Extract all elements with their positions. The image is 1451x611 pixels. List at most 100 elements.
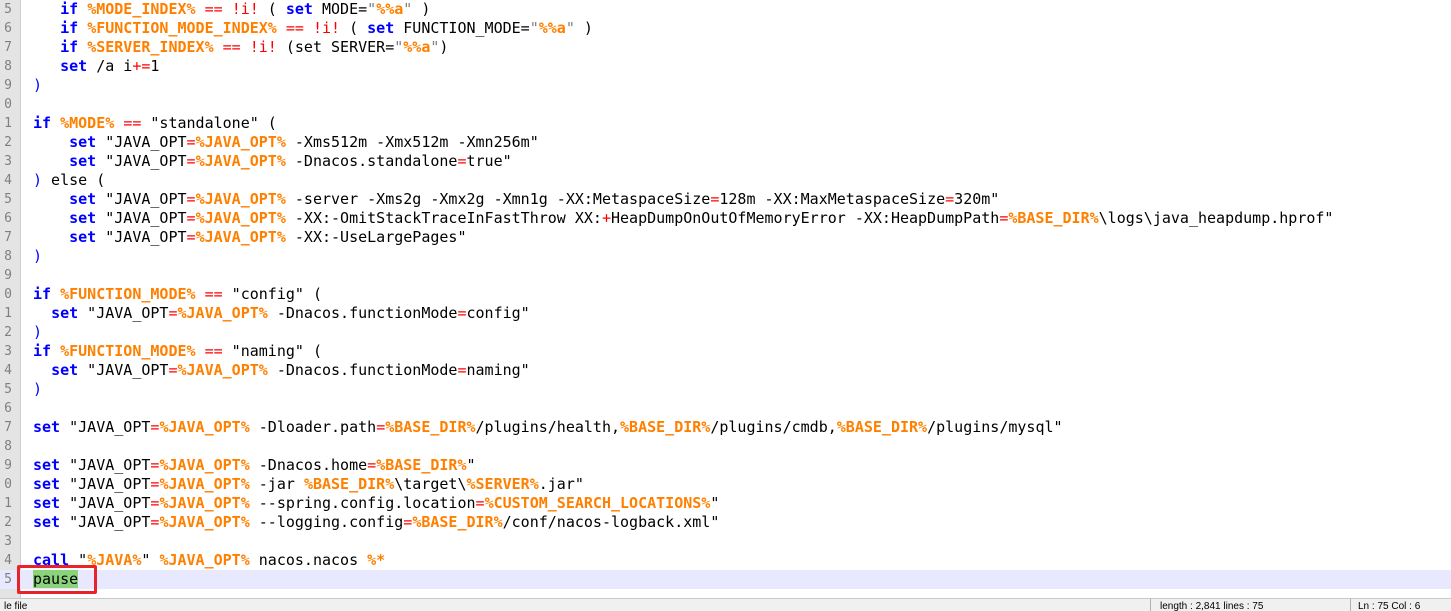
code-line[interactable]: 6 if %FUNCTION_MODE_INDEX% == !i! ( set … <box>0 19 1451 38</box>
line-number: 8 <box>4 249 12 264</box>
code-line[interactable]: 0 <box>0 95 1451 114</box>
code-line[interactable]: 1 set "JAVA_OPT=%JAVA_OPT% -Dnacos.funct… <box>0 304 1451 323</box>
line-text: set "JAVA_OPT=%JAVA_OPT% -Dnacos.functio… <box>33 361 530 380</box>
operator-token: = <box>186 209 196 227</box>
variable-token: %JAVA_OPT% <box>159 551 250 569</box>
code-line[interactable]: 7 set "JAVA_OPT=%JAVA_OPT% -XX:-UseLarge… <box>0 228 1451 247</box>
text-token: 128m -XX:MaxMetaspaceSize <box>719 190 946 208</box>
text-token: -XX:-OmitStackTraceInFastThrow XX: <box>285 209 602 227</box>
operator-token: = <box>475 494 485 512</box>
line-number: 6 <box>4 211 12 226</box>
code-line[interactable]: 5 if %MODE_INDEX% == !i! ( set MODE="%%a… <box>0 0 1451 19</box>
keyword-token: if <box>60 19 79 37</box>
variable-token: %JAVA_OPT% <box>159 494 250 512</box>
operator-token: = <box>186 228 196 246</box>
code-line[interactable]: 2 set "JAVA_OPT = %JAVA_OPT% --logging.conf… <box>0 513 1451 532</box>
line-number: 1 <box>4 306 12 321</box>
text-token: "JAVA_OPT <box>60 475 151 493</box>
code-line[interactable]: 8 <box>0 437 1451 456</box>
text-token: " <box>710 494 720 512</box>
operator-token: == <box>204 0 223 18</box>
code-line[interactable]: 5) <box>0 380 1451 399</box>
keyword-token: set <box>60 57 88 75</box>
code-line[interactable]: 6 set "JAVA_OPT=%JAVA_OPT% -XX:-OmitStac… <box>0 209 1451 228</box>
code-line[interactable]: 9) <box>0 76 1451 95</box>
brace-token: ) <box>33 380 43 398</box>
line-number: 3 <box>4 534 12 549</box>
keyword-token: set <box>33 494 61 512</box>
keyword-token: if <box>60 38 79 56</box>
operator-token: == <box>285 19 304 37</box>
line-number: 5 <box>4 382 12 397</box>
code-line[interactable]: 4) else ( <box>0 171 1451 190</box>
text-token: 320m" <box>954 190 1000 208</box>
code-line[interactable]: 7 set "JAVA_OPT=%JAVA_OPT% -Dloader.path=… <box>0 418 1451 437</box>
variable-token: %FUNCTION_MODE_INDEX% <box>87 19 277 37</box>
line-number: 1 <box>4 496 12 511</box>
code-line[interactable]: 3 set "JAVA_OPT=%JAVA_OPT% -Dnacos.stand… <box>0 152 1451 171</box>
string-token: " <box>394 38 404 56</box>
code-line[interactable]: 8 set /a i+=1 <box>0 57 1451 76</box>
variable-token: %CUSTOM_SEARCH_LOCATIONS% <box>484 494 711 512</box>
line-number: 0 <box>4 287 12 302</box>
code-line[interactable]: 1 set "JAVA_OPT = %JAVA_OPT% --spring.confi… <box>0 494 1451 513</box>
operator-token: = <box>186 190 196 208</box>
code-lines[interactable]: 5 if %MODE_INDEX% == !i! ( set MODE="%%a… <box>0 0 1451 589</box>
code-line[interactable]: 9 <box>0 266 1451 285</box>
keyword-token: set <box>69 228 97 246</box>
line-text: set "JAVA_OPT=%JAVA_OPT% -Dnacos.home=%B… <box>33 456 476 475</box>
variable-token: %BASE_DIR% <box>385 418 476 436</box>
text-token: ) <box>574 19 593 37</box>
code-line[interactable]: 3 if %FUNCTION_MODE% == "naming" ( <box>0 342 1451 361</box>
line-text: if %FUNCTION_MODE% == "naming" ( <box>33 342 322 361</box>
variable-token: %JAVA_OPT% <box>177 361 268 379</box>
variable-token: %JAVA_OPT% <box>177 304 268 322</box>
line-number: 2 <box>4 325 12 340</box>
text-token: "JAVA_OPT <box>96 152 187 170</box>
text-token: -XX:-UseLargePages" <box>285 228 467 246</box>
code-line[interactable]: 2) <box>0 323 1451 342</box>
code-editor[interactable]: 5 if %MODE_INDEX% == !i! ( set MODE="%%a… <box>0 0 1451 598</box>
keyword-token: set <box>69 209 97 227</box>
variable-token: %JAVA_OPT% <box>195 228 286 246</box>
operator-token: = <box>945 190 955 208</box>
brace-token: ) <box>33 323 43 341</box>
text-token: 1 <box>150 57 160 75</box>
operator-token: == <box>204 342 223 360</box>
code-line[interactable]: 4 call "%JAVA%" %JAVA_OPT% nacos.nacos %* <box>0 551 1451 570</box>
status-separator <box>1350 599 1351 611</box>
code-line[interactable]: 9 set "JAVA_OPT=%JAVA_OPT% -Dnacos.home=%… <box>0 456 1451 475</box>
code-line[interactable]: 1 if %MODE% == "standalone" ( <box>0 114 1451 133</box>
code-line[interactable]: 6 <box>0 399 1451 418</box>
text-token: ) <box>439 38 449 56</box>
line-number: 5 <box>4 192 12 207</box>
operator-token: = <box>999 209 1009 227</box>
keyword-token: set <box>51 361 79 379</box>
line-text: set "JAVA_OPT=%JAVA_OPT% -XX:-UseLargePa… <box>33 228 467 247</box>
operator-token: = <box>457 152 467 170</box>
string-token: " <box>403 0 413 18</box>
operator-token: !i! <box>312 19 341 37</box>
variable-token: %BASE_DIR% <box>620 418 711 436</box>
text-token: -Dloader.path <box>249 418 377 436</box>
text-token: -Dnacos.standalone <box>285 152 458 170</box>
line-number: 0 <box>4 97 12 112</box>
text-token: /plugins/cmdb, <box>710 418 837 436</box>
line-text: set "JAVA_OPT=%JAVA_OPT% -server -Xms2g … <box>33 190 999 209</box>
code-line[interactable]: 2 set "JAVA_OPT=%JAVA_OPT% -Xms512m -Xmx… <box>0 133 1451 152</box>
keyword-token: set <box>285 0 313 18</box>
line-number: 8 <box>4 439 12 454</box>
code-line[interactable]: 3 <box>0 532 1451 551</box>
code-line[interactable]: 7 if %SERVER_INDEX% == !i! (set SERVER="… <box>0 38 1451 57</box>
code-line[interactable]: 4 set "JAVA_OPT=%JAVA_OPT% -Dnacos.funct… <box>0 361 1451 380</box>
code-line[interactable]: 0 if %FUNCTION_MODE% == "config" ( <box>0 285 1451 304</box>
code-line[interactable]: 8) <box>0 247 1451 266</box>
line-number: 9 <box>4 458 12 473</box>
code-line[interactable]: 0 set "JAVA_OPT=%JAVA_OPT% -jar %BASE_DIR… <box>0 475 1451 494</box>
code-line-current[interactable]: 5 pause <box>0 570 1451 589</box>
code-line[interactable]: 5 set "JAVA_OPT=%JAVA_OPT% -server -Xms2… <box>0 190 1451 209</box>
